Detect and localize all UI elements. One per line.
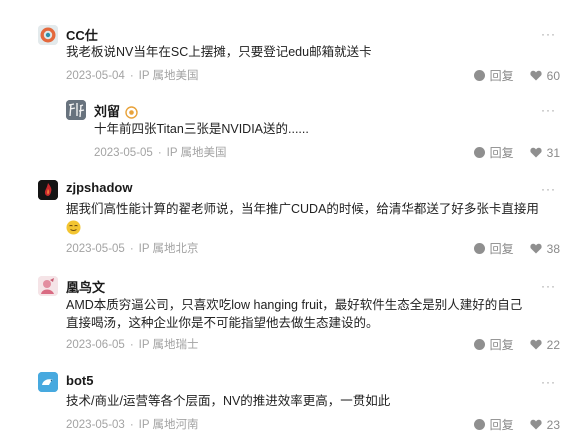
comment-item: bot5 ··· 技术/商业/运营等各个层面，NV的推进效率更高，一贯如此 20… — [0, 360, 576, 442]
avatar[interactable] — [38, 180, 58, 200]
comment-meta: 2023-06-05 · IP 属地瑞士 — [66, 336, 199, 352]
comment-meta: 2023-05-05 · IP 属地美国 — [94, 144, 227, 160]
username[interactable]: zjpshadow — [66, 180, 132, 195]
comment-actions: 回复 60 — [473, 67, 560, 84]
like-count: 23 — [546, 417, 560, 432]
avatar[interactable] — [38, 276, 58, 296]
reply-button[interactable]: 回复 — [473, 416, 514, 433]
username-text: 刘留 — [94, 104, 121, 119]
heart-icon — [530, 339, 542, 350]
comment-meta: 2023-05-05 · IP 属地北京 — [66, 240, 199, 256]
reply-label: 回复 — [489, 418, 514, 432]
reply-icon — [473, 419, 485, 430]
heart-icon — [530, 243, 542, 254]
more-options-icon[interactable]: ··· — [541, 27, 556, 41]
avatar[interactable] — [66, 100, 86, 120]
reply-button[interactable]: 回复 — [473, 67, 514, 84]
reply-item: 刘留 ··· 十年前四张Titan三张是NVIDIA送的...... 2023-… — [0, 88, 576, 168]
comment-item: 凰鸟文 ··· AMD本质穷逼公司，只喜欢吃low hanging fruit，… — [0, 260, 576, 360]
comment-date: 2023-05-04 — [66, 70, 125, 82]
ip-location: IP 属地美国 — [166, 147, 227, 159]
comment-actions: 回复 23 — [473, 416, 560, 433]
username[interactable]: bot5 — [66, 373, 93, 388]
username[interactable]: CC仕 — [66, 25, 98, 44]
meta-separator: · — [129, 243, 134, 255]
more-options-icon[interactable]: ··· — [541, 279, 556, 293]
comment-actions: 回复 22 — [473, 336, 560, 353]
reply-button[interactable]: 回复 — [473, 336, 514, 353]
meta-separator: · — [129, 339, 134, 351]
comment-date: 2023-05-03 — [66, 419, 125, 431]
smirk-emoji-icon — [66, 220, 81, 235]
comment-text: 据我们高性能计算的翟老师说，当年推广CUDA的时候，给清华都送了好多张卡直接用 — [66, 200, 561, 240]
verified-badge-icon — [125, 106, 138, 119]
meta-separator: · — [129, 70, 134, 82]
comment-text: 技术/商业/运营等各个层面，NV的推进效率更高，一贯如此 — [66, 394, 391, 408]
reply-label: 回复 — [489, 146, 514, 160]
comment-feed: CC仕 ··· 我老板说NV当年在SC上摆摊，只要登记edu邮箱就送卡 2023… — [0, 0, 576, 442]
like-button[interactable]: 23 — [530, 418, 560, 432]
reply-icon — [473, 70, 485, 81]
comment-item: zjpshadow ··· 据我们高性能计算的翟老师说，当年推广CUDA的时候，… — [0, 168, 576, 260]
comment-text-line: AMD本质穷逼公司，只喜欢吃low hanging fruit，最好软件生态全是… — [66, 298, 523, 312]
meta-separator: · — [157, 147, 162, 159]
comment-actions: 回复 38 — [473, 240, 560, 257]
reply-button[interactable]: 回复 — [473, 144, 514, 161]
avatar[interactable] — [38, 372, 58, 392]
like-count: 31 — [546, 145, 560, 160]
reply-icon — [473, 243, 485, 254]
comment-date: 2023-05-05 — [94, 147, 153, 159]
comment-text: 十年前四张Titan三张是NVIDIA送的...... — [94, 122, 309, 136]
ip-location: IP 属地河南 — [138, 419, 199, 431]
like-button[interactable]: 31 — [530, 146, 560, 160]
comment-item: CC仕 ··· 我老板说NV当年在SC上摆摊，只要登记edu邮箱就送卡 2023… — [0, 0, 576, 88]
avatar-flame-icon — [38, 180, 58, 200]
reply-button[interactable]: 回复 — [473, 240, 514, 257]
avatar-logo-icon — [38, 25, 58, 45]
more-options-icon[interactable]: ··· — [541, 375, 556, 389]
comment-text: 我老板说NV当年在SC上摆摊，只要登记edu邮箱就送卡 — [66, 45, 372, 59]
ip-location: IP 属地美国 — [138, 70, 199, 82]
heart-icon — [530, 70, 542, 81]
more-options-icon[interactable]: ··· — [541, 182, 556, 196]
comment-meta: 2023-05-03 · IP 属地河南 — [66, 416, 199, 432]
reply-label: 回复 — [489, 69, 514, 83]
like-button[interactable]: 38 — [530, 242, 560, 256]
more-options-icon[interactable]: ··· — [541, 103, 556, 117]
like-count: 38 — [546, 241, 560, 256]
reply-icon — [473, 147, 485, 158]
avatar[interactable] — [38, 25, 58, 45]
like-button[interactable]: 60 — [530, 69, 560, 83]
ip-location: IP 属地瑞士 — [138, 339, 199, 351]
reply-label: 回复 — [489, 242, 514, 256]
comment-date: 2023-06-05 — [66, 339, 125, 351]
like-count: 60 — [546, 68, 560, 83]
ip-location: IP 属地北京 — [138, 243, 199, 255]
reply-label: 回复 — [489, 338, 514, 352]
avatar-pink-figure-icon — [38, 276, 58, 296]
comment-meta: 2023-05-04 · IP 属地美国 — [66, 67, 199, 83]
avatar-calligraphy-icon — [66, 100, 86, 120]
comment-text-line: 直接喝汤，这种企业你是不可能指望他去做生态建设的。 — [66, 316, 379, 330]
heart-icon — [530, 147, 542, 158]
comment-text-line: 据我们高性能计算的翟老师说，当年推广CUDA的时候，给清华都送了好多张卡直接用 — [66, 202, 539, 216]
username[interactable]: 凰鸟文 — [66, 277, 105, 296]
like-count: 22 — [546, 337, 560, 352]
meta-separator: · — [129, 419, 134, 431]
comment-date: 2023-05-05 — [66, 243, 125, 255]
comment-text: AMD本质穷逼公司，只喜欢吃low hanging fruit，最好软件生态全是… — [66, 296, 566, 332]
like-button[interactable]: 22 — [530, 338, 560, 352]
avatar-bird-icon — [38, 372, 58, 392]
username[interactable]: 刘留 — [94, 101, 138, 120]
heart-icon — [530, 419, 542, 430]
comment-actions: 回复 31 — [473, 144, 560, 161]
reply-icon — [473, 339, 485, 350]
